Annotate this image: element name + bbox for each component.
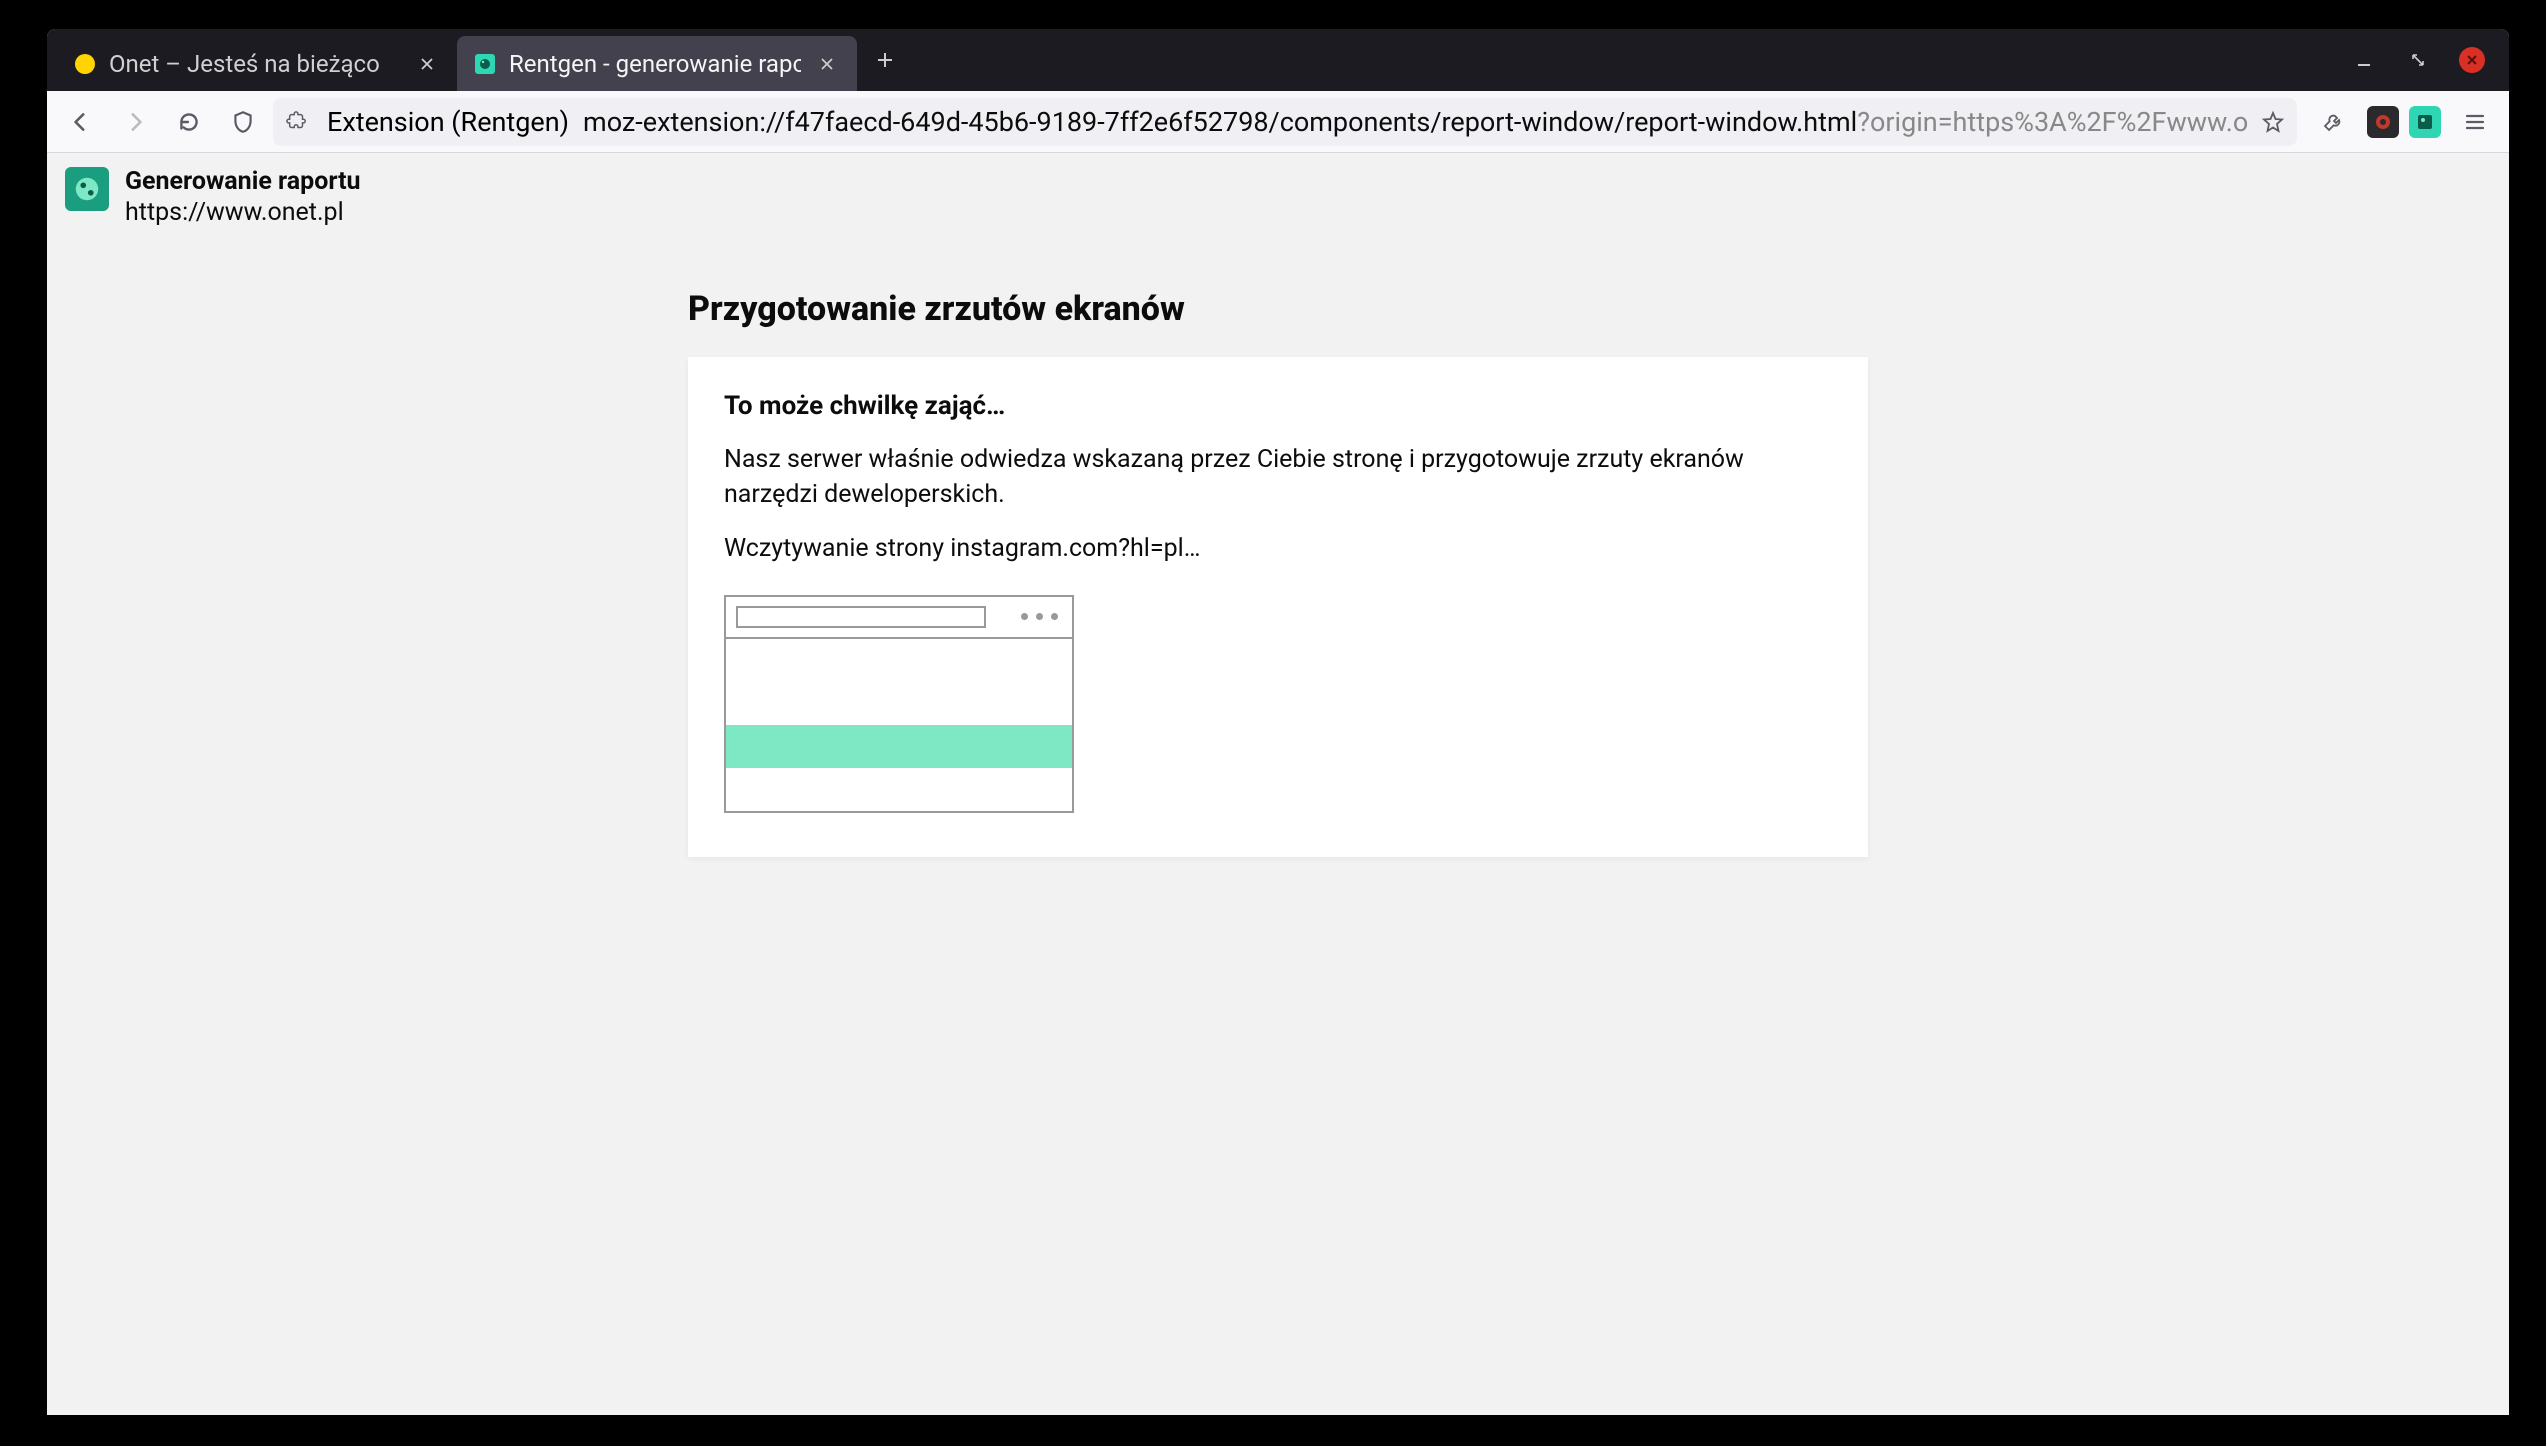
dot-icon [1036, 613, 1043, 620]
page-content: Generowanie raportu https://www.onet.pl … [47, 153, 2509, 1415]
main-column: Przygotowanie zrzutów ekranów To może ch… [688, 289, 1868, 857]
progress-stripe [726, 725, 1072, 768]
reload-button[interactable] [165, 98, 213, 146]
extension-puzzle-icon [281, 106, 313, 138]
illustration-toolbar [726, 597, 1072, 639]
tab-onet[interactable]: Onet – Jesteś na bieżąco [57, 36, 457, 91]
extension-icon-1[interactable] [2367, 106, 2399, 138]
close-icon[interactable] [815, 52, 839, 76]
rentgen-favicon [475, 54, 495, 74]
shield-icon[interactable] [219, 98, 267, 146]
browser-window: Onet – Jesteś na bieżąco Rentgen - gener… [47, 29, 2509, 1415]
back-button[interactable] [57, 98, 105, 146]
forward-button[interactable] [111, 98, 159, 146]
illustration-dots [1021, 613, 1058, 620]
tab-title: Rentgen - generowanie rapo [509, 50, 801, 78]
window-controls [2351, 47, 2499, 73]
navigation-toolbar: Extension (Rentgen) moz-extension://f47f… [47, 91, 2509, 153]
dot-icon [1051, 613, 1058, 620]
tab-strip: Onet – Jesteś na bieżąco Rentgen - gener… [47, 29, 2509, 91]
dot-icon [1021, 613, 1028, 620]
maximize-icon[interactable] [2405, 47, 2431, 73]
toolbar-right [2303, 98, 2499, 146]
page-subtitle: https://www.onet.pl [125, 198, 361, 227]
extension-name-badge: Extension (Rentgen) [321, 106, 575, 138]
url-main: moz-extension://f47faecd-649d-45b6-9189-… [583, 106, 1857, 138]
loading-status: Wczytywanie strony instagram.com?hl=pl… [724, 532, 1832, 567]
progress-illustration [724, 595, 1074, 813]
url-bar[interactable]: Extension (Rentgen) moz-extension://f47f… [273, 98, 2297, 146]
illustration-urlbar [736, 606, 986, 628]
tab-title: Onet – Jesteś na bieżąco [109, 50, 401, 78]
url-query: ?origin=https%3A%2F%2Fwww.on [1857, 106, 2249, 138]
new-tab-button[interactable] [865, 40, 905, 80]
section-heading: Przygotowanie zrzutów ekranów [688, 289, 1868, 329]
close-window-icon[interactable] [2459, 47, 2485, 73]
card-title: To może chwilkę zająć… [724, 391, 1832, 421]
bookmark-star-icon[interactable] [2257, 106, 2289, 138]
onet-favicon [75, 54, 95, 74]
report-icon [65, 167, 109, 211]
status-card: To może chwilkę zająć… Nasz serwer właśn… [688, 357, 1868, 857]
page-header: Generowanie raportu https://www.onet.pl [47, 153, 2509, 241]
app-menu-button[interactable] [2451, 98, 2499, 146]
card-description: Nasz serwer właśnie odwiedza wskazaną pr… [724, 443, 1832, 512]
page-title: Generowanie raportu [125, 167, 361, 196]
tab-rentgen[interactable]: Rentgen - generowanie rapo [457, 36, 857, 91]
illustration-body [726, 639, 1072, 811]
close-icon[interactable] [415, 52, 439, 76]
url-text: moz-extension://f47faecd-649d-45b6-9189-… [583, 106, 2249, 138]
extension-label: Extension (Rentgen) [327, 106, 569, 138]
page-header-text: Generowanie raportu https://www.onet.pl [125, 167, 361, 227]
devtools-wrench-icon[interactable] [2309, 98, 2357, 146]
minimize-icon[interactable] [2351, 47, 2377, 73]
extension-icon-rentgen[interactable] [2409, 106, 2441, 138]
